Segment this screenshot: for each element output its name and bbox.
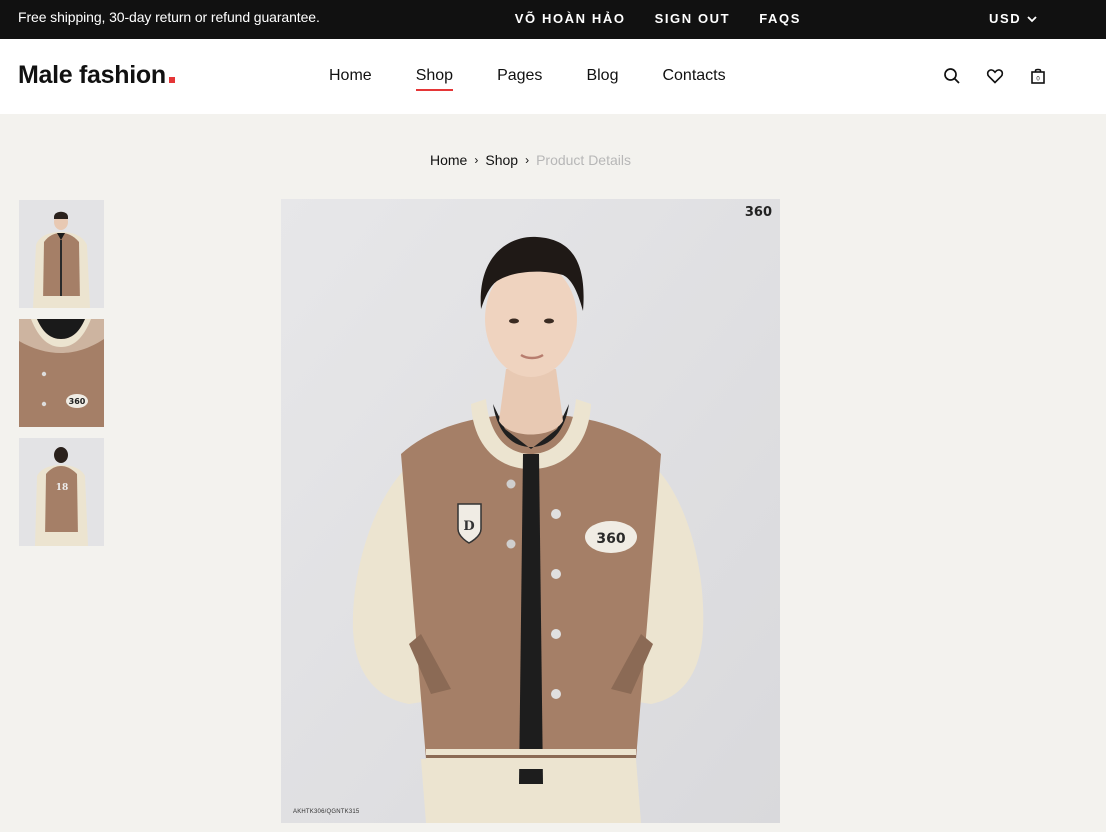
header-icons: 0 [942,66,1048,86]
jacket-detail-thumb-image: 360 [19,319,104,427]
jacket-back-thumb-image: 18 [19,438,104,546]
svg-text:18: 18 [56,483,69,493]
breadcrumb: Home › Shop › Product Details [430,152,631,168]
main-nav: Home Shop Pages Blog Contacts [329,67,726,91]
nav-blog[interactable]: Blog [586,67,618,85]
thumbnail-front[interactable] [19,200,104,308]
nav-pages[interactable]: Pages [497,67,542,85]
brand-mark: 360 [744,205,772,220]
chevron-right-icon: › [525,153,530,167]
user-name-link[interactable]: VÕ HOÀN HẢO [515,11,626,26]
svg-text:D: D [463,519,474,534]
site-logo[interactable]: Male fashion [18,61,175,90]
main-header: Male fashion Home Shop Pages Blog Contac… [0,39,1106,114]
currency-label: USD [989,11,1022,26]
promo-text: Free shipping, 30-day return or refund g… [18,9,320,25]
breadcrumb-current: Product Details [536,152,631,168]
jacket-model-image: D 360 [281,199,780,823]
logo-text: Male fashion [18,61,166,89]
product-code: AKHTK306/QGNTK315 [293,809,360,815]
product-thumbnails: 360 18 [19,200,104,546]
nav-home[interactable]: Home [329,67,372,85]
top-links: VÕ HOÀN HẢO SIGN OUT FAQS [515,11,801,26]
svg-text:0: 0 [1036,77,1040,83]
nav-contacts[interactable]: Contacts [662,67,725,85]
thumbnail-detail[interactable]: 360 [19,319,104,427]
chevron-right-icon: › [474,153,479,167]
breadcrumb-home[interactable]: Home [430,152,467,168]
chevron-down-icon [1027,15,1037,22]
search-icon[interactable] [942,66,962,86]
faqs-link[interactable]: FAQS [759,11,801,26]
logo-dot [168,77,175,83]
main-product-image[interactable]: D 360 AKHTK306/QGNTK315 360 [281,199,780,823]
sign-out-link[interactable]: SIGN OUT [655,11,731,26]
thumbnail-back[interactable]: 18 [19,438,104,546]
top-bar: Free shipping, 30-day return or refund g… [0,0,1106,39]
nav-shop[interactable]: Shop [415,67,454,91]
svg-text:360: 360 [596,531,625,547]
bag-icon[interactable]: 0 [1028,66,1048,86]
svg-text:360: 360 [69,397,86,406]
currency-select[interactable]: USD [989,11,1037,26]
jacket-front-thumb-image [19,200,104,308]
heart-icon[interactable] [985,66,1005,86]
breadcrumb-shop[interactable]: Shop [485,152,518,168]
